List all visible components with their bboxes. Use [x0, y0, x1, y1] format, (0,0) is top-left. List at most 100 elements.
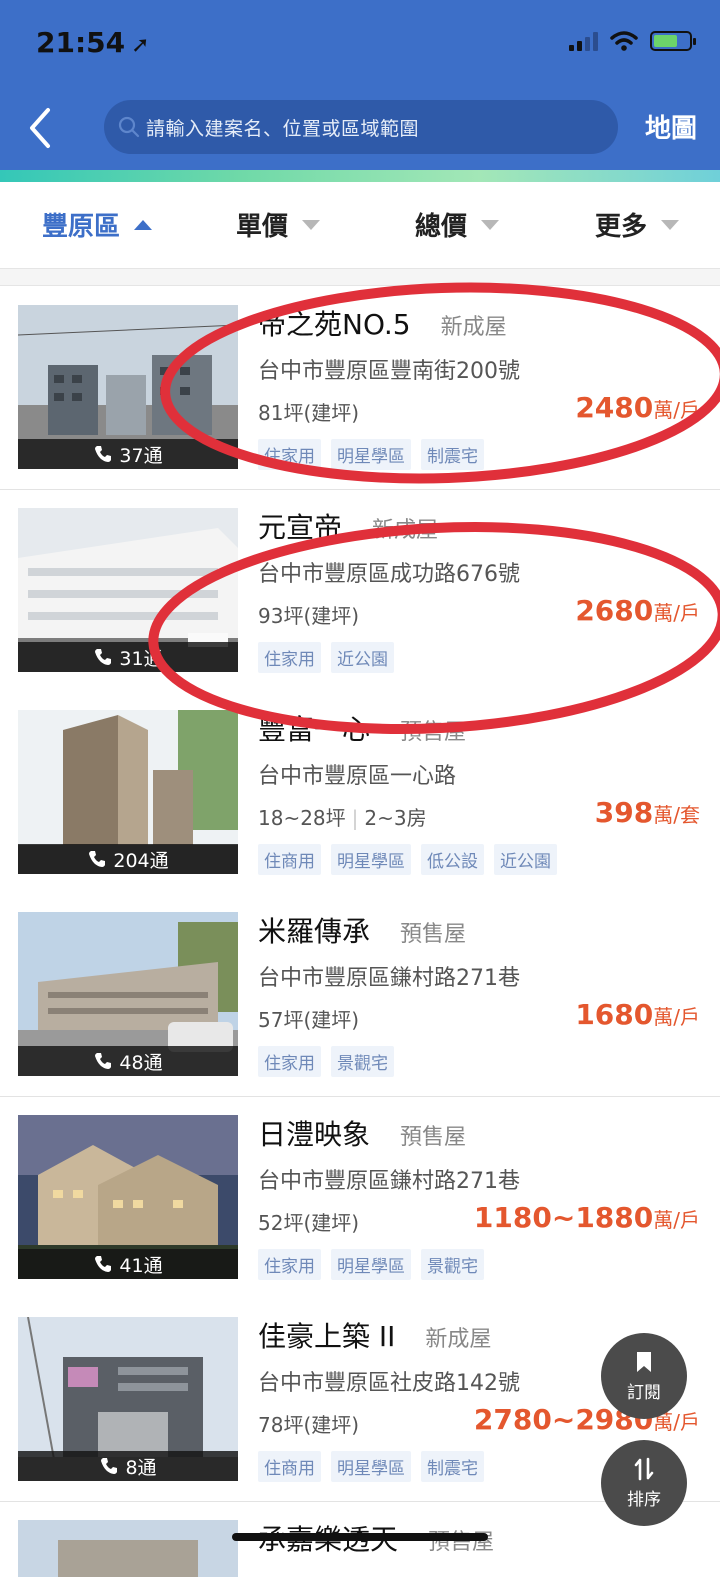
listing-tags: 住家用 景觀宅	[258, 1046, 394, 1077]
listing-address: 台中市豐原區鎌村路271巷	[258, 1169, 520, 1194]
listing-name: 帝之苑NO.5	[258, 308, 411, 341]
search-placeholder: 請輸入建案名、位置或區域範圍	[146, 117, 420, 140]
listing-item[interactable]: 37通 帝之苑NO.5 新成屋 台中市豐原區豐南街200號 81坪(建坪) 24…	[0, 287, 720, 490]
listing-price-unit: 萬/戶	[653, 398, 700, 422]
search-input[interactable]: 請輸入建案名、位置或區域範圍	[104, 100, 618, 154]
listing-photo: 48通	[18, 912, 238, 1076]
section-divider	[0, 268, 720, 286]
map-button[interactable]: 地圖	[645, 108, 697, 145]
header-gradient-divider	[0, 170, 720, 182]
sort-icon	[634, 1457, 654, 1480]
listing-address: 台中市豐原區豐南街200號	[258, 359, 520, 384]
listing-tags: 住家用 明星學區 制震宅	[258, 439, 484, 470]
listing-price: 2480萬/戶	[575, 391, 700, 424]
phone-icon	[95, 446, 112, 462]
divider: |	[351, 806, 359, 830]
filter-bar: 豐原區 單價 總價 更多	[0, 182, 720, 268]
listing-item[interactable]: 41通 日澧映象 預售屋 台中市豐原區鎌村路271巷 52坪(建坪) 1180~…	[0, 1097, 720, 1300]
phone-icon	[89, 851, 106, 867]
listing-address: 台中市豐原區一心路	[258, 764, 457, 789]
wifi-icon	[610, 31, 638, 51]
listing-area: 78坪(建坪)	[258, 1409, 359, 1438]
listing-tag: 制震宅	[421, 439, 484, 470]
listing-type: 預售屋	[400, 1125, 467, 1150]
listing-item[interactable]: 31通 元宣帝 新成屋 台中市豐原區成功路676號 93坪(建坪) 2680萬/…	[0, 490, 720, 693]
filter-district-label: 豐原區	[42, 212, 121, 242]
listing-item[interactable]: 48通 米羅傳承 預售屋 台中市豐原區鎌村路271巷 57坪(建坪) 1680萬…	[0, 894, 720, 1097]
listing-photo: 31通	[18, 508, 238, 672]
listing-item[interactable]: 204通 豐富一心 預售屋 台中市豐原區一心路 18~28坪 | 2~3房 398萬…	[0, 692, 720, 895]
listing-tag: 住家用	[258, 1249, 321, 1280]
call-count: 8通	[18, 1451, 238, 1481]
listing-tag: 近公園	[494, 844, 557, 875]
cellular-signal-icon	[569, 31, 598, 51]
listing-area: 81坪(建坪)	[258, 397, 359, 426]
listing-tags: 住家用 近公園	[258, 642, 394, 673]
listing-photo: 204通	[18, 710, 238, 874]
caret-down-icon	[481, 219, 500, 230]
filter-more[interactable]: 更多	[595, 206, 680, 243]
caret-down-icon	[302, 219, 321, 230]
phone-icon	[95, 1053, 112, 1069]
call-count-text: 8通	[125, 1456, 157, 1479]
sort-button[interactable]: 排序	[601, 1440, 687, 1526]
listing-tag: 景觀宅	[421, 1249, 484, 1280]
sort-label: 排序	[627, 1489, 661, 1510]
listing-address: 台中市豐原區鎌村路271巷	[258, 966, 520, 991]
listing-area-text: 52坪(建坪)	[258, 1211, 360, 1235]
listing-price: 398萬/套	[595, 796, 700, 829]
status-indicators	[569, 30, 696, 52]
listing-name: 元宣帝	[258, 511, 343, 544]
subscribe-label: 訂閱	[627, 1382, 661, 1403]
filter-unit-price[interactable]: 單價	[236, 206, 321, 243]
listing-photo: 37通	[18, 305, 238, 469]
listing-tag: 明星學區	[331, 1249, 411, 1280]
subscribe-button[interactable]: 訂閱	[601, 1333, 687, 1419]
listing-tag: 明星學區	[331, 1451, 411, 1482]
listing-area: 57坪(建坪)	[258, 1004, 359, 1033]
listing-area-text: 78坪(建坪)	[258, 1413, 360, 1437]
call-count: 31通	[18, 642, 238, 672]
filter-total-price[interactable]: 總價	[415, 206, 500, 243]
listing-tag: 景觀宅	[331, 1046, 394, 1077]
listing-address: 台中市豐原區成功路676號	[258, 562, 520, 587]
status-time: 21:54 ➚	[36, 26, 150, 59]
call-count-text: 31通	[119, 647, 163, 670]
listing-price-unit: 萬/戶	[653, 1208, 700, 1232]
listing-area-text: 93坪(建坪)	[258, 604, 360, 628]
app-header: 21:54 ➚ 請輸入建案名、位置或區域範圍 地圖	[0, 0, 720, 170]
listing-rooms: 2~3房	[364, 806, 427, 830]
listing-type: 新成屋	[372, 518, 439, 543]
listing-price-value: 398	[594, 796, 654, 829]
call-count-text: 204通	[113, 849, 169, 872]
listing-area: 18~28坪 | 2~3房	[258, 802, 427, 831]
listing-area-text: 18~28坪	[258, 806, 346, 830]
filter-district[interactable]: 豐原區	[42, 206, 153, 243]
back-arrow-icon[interactable]	[22, 100, 62, 156]
listing-price-unit: 萬/戶	[653, 601, 700, 625]
listing-tag: 住家用	[258, 1046, 321, 1077]
listing-tag: 近公園	[331, 642, 394, 673]
listing-price-unit: 萬/套	[653, 803, 700, 827]
listing-price-value: 1180~1880	[473, 1201, 654, 1234]
listing-tag: 住商用	[258, 844, 321, 875]
home-indicator	[232, 1533, 488, 1541]
listing-tag: 住家用	[258, 642, 321, 673]
listing-type: 預售屋	[400, 720, 467, 745]
call-count-text: 37通	[119, 444, 163, 467]
caret-up-icon	[134, 219, 153, 230]
listing-tags: 住商用 明星學區 制震宅	[258, 1451, 484, 1482]
listing-tag: 住商用	[258, 1451, 321, 1482]
phone-icon	[95, 1256, 112, 1272]
listing-area-text: 57坪(建坪)	[258, 1008, 360, 1032]
listing-tag: 住家用	[258, 439, 321, 470]
filter-more-label: 更多	[595, 212, 648, 242]
listing-tag: 明星學區	[331, 439, 411, 470]
caret-down-icon	[661, 219, 680, 230]
call-count-text: 41通	[119, 1254, 163, 1277]
listing-price-value: 2480	[575, 391, 654, 424]
listing-price: 1680萬/戶	[575, 998, 700, 1031]
listing-photo	[18, 1520, 238, 1577]
listing-type: 預售屋	[400, 922, 467, 947]
listing-area-text: 81坪(建坪)	[258, 401, 360, 425]
